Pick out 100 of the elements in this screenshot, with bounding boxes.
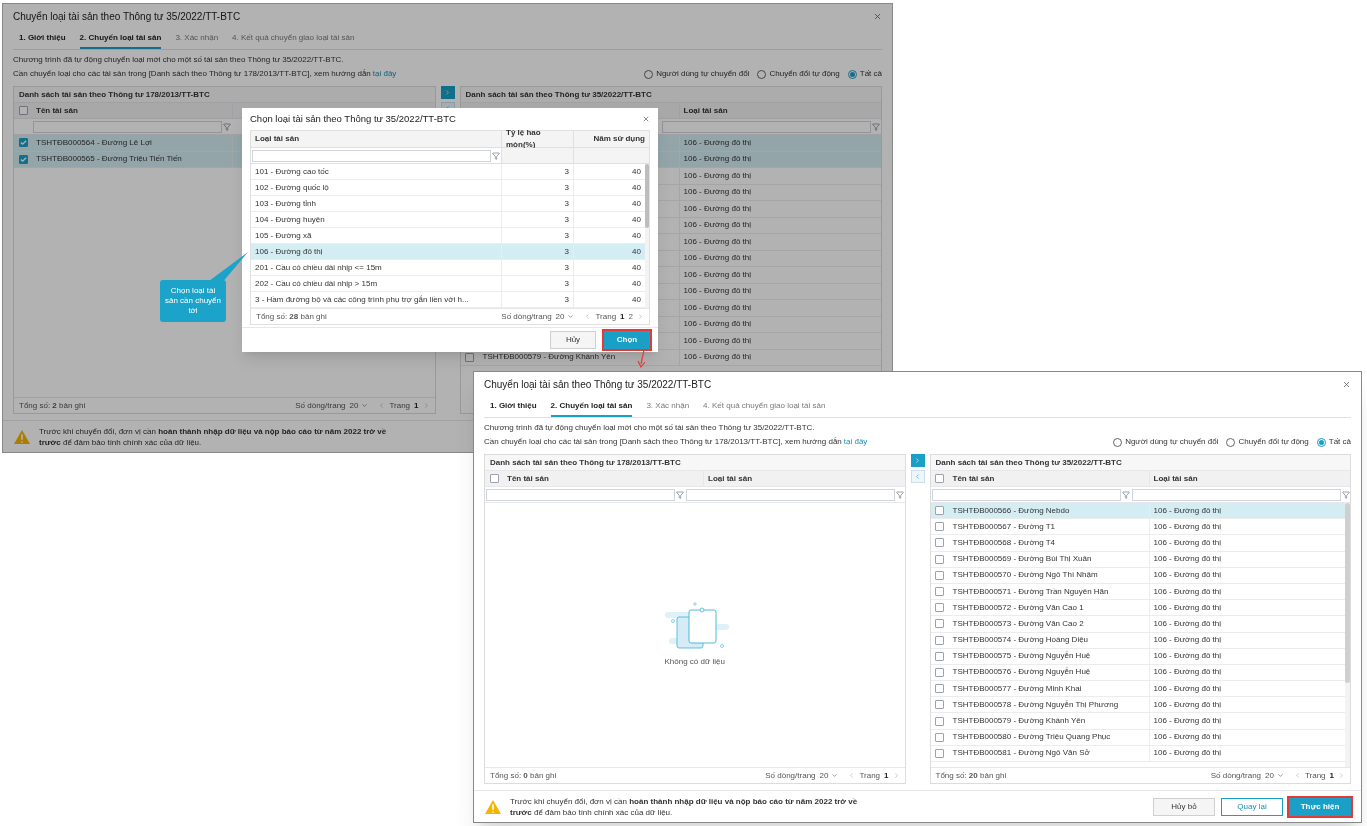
page-size-select[interactable]: 20 [819,769,839,782]
table-cell: 106 - Đường đô thị [683,285,752,298]
table-cell: TSHTĐB000574 - Đường Hoàng Diệu [952,635,1089,645]
table-row[interactable]: 103 - Đường tỉnh 3 40 [251,196,645,212]
next-page-icon[interactable] [1338,772,1345,779]
filter-icon[interactable] [872,122,880,131]
filter-icon[interactable] [1121,490,1130,499]
checkbox[interactable] [18,154,28,164]
action-button[interactable]: Hủy bỏ [1153,797,1215,816]
filter-field[interactable] [662,120,871,133]
step-tab[interactable]: 2. Chuyển loại tài sản [550,396,633,417]
step-tab[interactable]: 4. Kết quả chuyển giao loại tài sản [703,396,826,417]
page-number[interactable]: 1 [1329,769,1334,782]
move-right-button[interactable] [440,86,455,99]
table-row[interactable]: 3 - Hầm đường bộ và các công trình phụ trợ gắn liền với h... 3 40 [251,292,645,308]
close-icon[interactable] [873,11,882,21]
checkbox[interactable] [935,522,944,532]
filter-field[interactable] [33,120,222,133]
radio-option[interactable]: Tất cả [847,68,882,80]
checkbox[interactable] [935,651,944,661]
filter-icon[interactable] [676,490,684,499]
action-button[interactable]: Quay lại [1221,797,1283,816]
filter-icon[interactable] [223,122,231,131]
filter-field[interactable] [686,488,895,501]
page-number[interactable]: 1 [414,399,419,412]
close-icon[interactable] [1342,379,1351,389]
table-cell: TSHTĐB000565 - Đường Triệu Tiến Tiến [36,154,182,164]
checkbox[interactable] [935,684,944,694]
checkbox[interactable] [935,570,944,580]
action-button[interactable]: Hủy [550,331,596,349]
next-page-icon[interactable] [637,313,644,320]
previous-page-icon[interactable] [378,402,386,409]
step-tab[interactable]: 1. Giới thiệu [490,396,537,417]
previous-page-icon[interactable] [1293,772,1301,779]
panel-title: Danh sách tài sản theo Thông tư 178/2013/TT-BTC [19,88,210,101]
checkbox[interactable] [935,635,944,645]
table-row[interactable]: 101 - Đường cao tốc 3 40 [251,164,645,180]
scrollbar[interactable] [1345,503,1350,767]
table-row[interactable]: TSHTĐB000567 - Đường T1 106 - Đường đô thị [930,519,1345,536]
checkbox[interactable] [935,587,944,597]
page-number[interactable]: 1 [884,769,889,782]
checkbox[interactable] [935,506,944,516]
table-row[interactable]: TSHTĐB000573 - Đường Văn Cao 2 106 - Đường đô thị [930,616,1345,633]
checkbox[interactable] [18,138,28,148]
checkbox[interactable] [935,732,944,742]
checkbox[interactable] [935,554,944,564]
checkbox[interactable] [935,538,944,548]
step-tab[interactable]: 1. Giới thiệu [19,28,66,49]
previous-page-icon[interactable] [848,772,856,779]
filter-field[interactable] [1131,488,1341,501]
filter-icon[interactable] [492,151,500,160]
page-size-select[interactable]: 20 [349,399,369,412]
radio-option[interactable]: Chuyển đổi tự động [1226,436,1309,448]
table-row[interactable]: 202 - Cầu có chiều dài nhịp > 15m 3 40 [251,276,645,292]
radio-option[interactable]: Người dùng tự chuyển đổi [644,68,750,80]
checkbox[interactable] [935,474,944,483]
table-cell: 106 - Đường đô thị [1153,731,1222,744]
filter-field[interactable] [931,488,1121,501]
table-row[interactable]: 201 - Cầu có chiều dài nhịp <= 15m 3 40 [251,260,645,276]
filter-icon[interactable] [896,490,904,499]
table-row[interactable]: TSHTĐB000568 - Đường T4 106 - Đường đô thị [930,535,1345,552]
checkbox[interactable] [935,700,944,710]
table-row[interactable]: 102 - Đường quốc lộ 3 40 [251,180,645,196]
guide-link[interactable]: tại đây [843,436,868,448]
radio-option[interactable]: Người dùng tự chuyển đổi [1113,436,1219,448]
table-row[interactable]: TSHTĐB000578 - Đường Nguyễn Thị Phương 106 - Đường đô thị [930,697,1345,714]
step-tab[interactable]: 3. Xác nhận [175,28,219,49]
filter-field[interactable] [486,488,675,501]
table-row[interactable]: TSHTĐB000572 - Đường Văn Cao 1 106 - Đường đô thị [930,600,1345,617]
next-page-icon[interactable] [892,772,900,779]
checkbox[interactable] [18,106,28,115]
step-tab[interactable]: 4. Kết quả chuyển giao loại tài sản [232,28,355,49]
table-cell: 106 - Đường đô thị [1153,553,1222,566]
filter-field[interactable] [252,149,491,162]
checkbox[interactable] [935,667,944,677]
step-tab[interactable]: 3. Xác nhận [646,396,690,417]
move-left-button[interactable] [910,470,925,483]
checkbox[interactable] [935,603,944,613]
table-row[interactable]: 106 - Đường đô thị 3 40 [251,244,645,260]
checkbox[interactable] [935,716,944,726]
table-row[interactable]: TSHTĐB000566 - Đường Nebdo 106 - Đường đô thị [930,503,1345,520]
close-icon[interactable] [642,115,650,123]
checkbox[interactable] [935,748,944,758]
move-right-button[interactable] [910,454,925,467]
step-tab[interactable]: 2. Chuyển loại tài sản [79,28,162,49]
scrollbar[interactable] [645,164,649,308]
table-row[interactable]: TSHTĐB000579 - Đường Khánh Yên 106 - Đường đô thị [930,713,1345,730]
table-row[interactable]: 105 - Đường xã 3 40 [251,228,645,244]
checkbox[interactable] [935,619,944,629]
checkbox[interactable] [465,352,474,362]
radio-option[interactable]: Chuyển đổi tự động [757,68,840,80]
table-cell: 106 - Đường đô thị [683,153,752,166]
page-size-select[interactable]: 20 [1265,769,1284,782]
table-row[interactable]: 104 - Đường huyện 3 40 [251,212,645,228]
table-row[interactable]: TSHTĐB000577 - Đường Minh Khai 106 - Đường đô thị [930,681,1345,698]
next-page-icon[interactable] [422,402,430,409]
radio-option[interactable]: Tất cả [1316,436,1351,448]
previous-page-icon[interactable] [584,313,592,320]
checkbox[interactable] [489,474,499,483]
filter-icon[interactable] [1341,490,1350,499]
